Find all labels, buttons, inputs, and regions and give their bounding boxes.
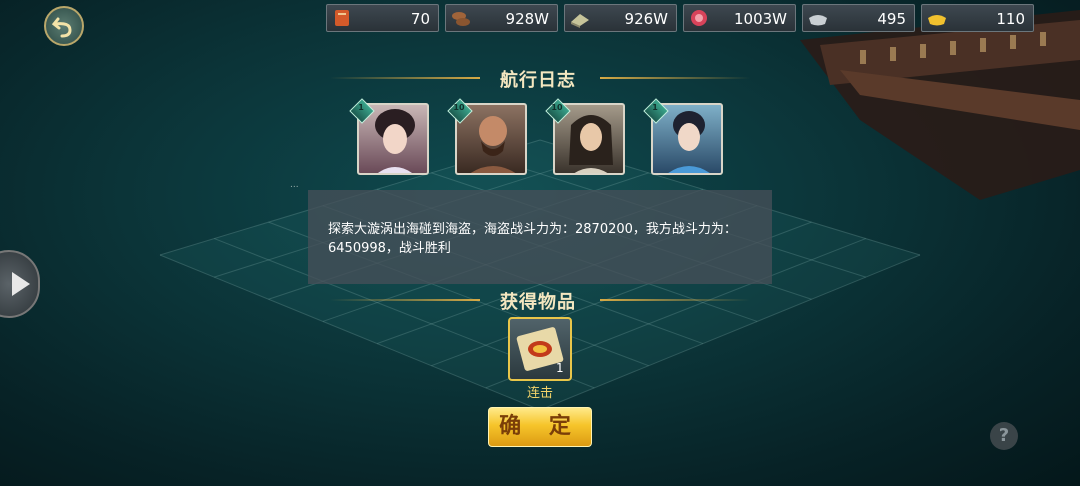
play-arrow-icon (12, 272, 30, 296)
resource-value: 926W (624, 10, 668, 28)
voyage-log-title-bar: 航行日志 (330, 66, 750, 91)
hero-level-badge: 10 (545, 98, 571, 124)
hero-level-badge: 10 (447, 98, 473, 124)
gold-ingot-icon (928, 15, 946, 26)
battle-log-text: 探索大漩涡出海碰到海盗，海盗战斗力为：2870200，我方战斗力为：645099… (328, 222, 737, 256)
resource-meat: 1003W (683, 4, 796, 32)
voyage-log-title: 航行日志 (500, 70, 576, 91)
reward-title: 获得物品 (500, 292, 576, 313)
hero-level-badge: 1 (643, 98, 669, 124)
resource-value: 1003W (733, 10, 787, 28)
resource-stone: 926W (564, 4, 677, 32)
return-arrow-icon (51, 17, 72, 38)
reward-item-count: 1 (556, 361, 564, 375)
stone-icon (571, 14, 589, 28)
resource-value: 928W (505, 10, 549, 28)
resource-value: 70 (410, 10, 430, 28)
reward-title-bar: 获得物品 (330, 288, 750, 313)
meat-icon (691, 10, 707, 26)
battle-log-panel: 探索大漩涡出海碰到海盗，海盗战斗力为：2870200，我方战斗力为：645099… (308, 190, 772, 284)
resource-scroll: 70 (326, 4, 439, 32)
resource-silver: 495 (802, 4, 915, 32)
back-button[interactable] (44, 6, 84, 46)
reward-item-name: 连击 (526, 386, 553, 401)
hero-level-badge: 1 (349, 98, 375, 124)
resource-value: 110 (996, 10, 1025, 28)
scroll-icon (335, 10, 349, 26)
silver-icon (809, 15, 827, 26)
confirm-button[interactable]: 确 定 (488, 407, 592, 447)
resource-gold: 110 (921, 4, 1034, 32)
help-button[interactable]: ? (990, 422, 1018, 450)
resource-wood: 928W (445, 4, 558, 32)
wood-icon (452, 12, 470, 26)
resource-value: 495 (877, 10, 906, 28)
